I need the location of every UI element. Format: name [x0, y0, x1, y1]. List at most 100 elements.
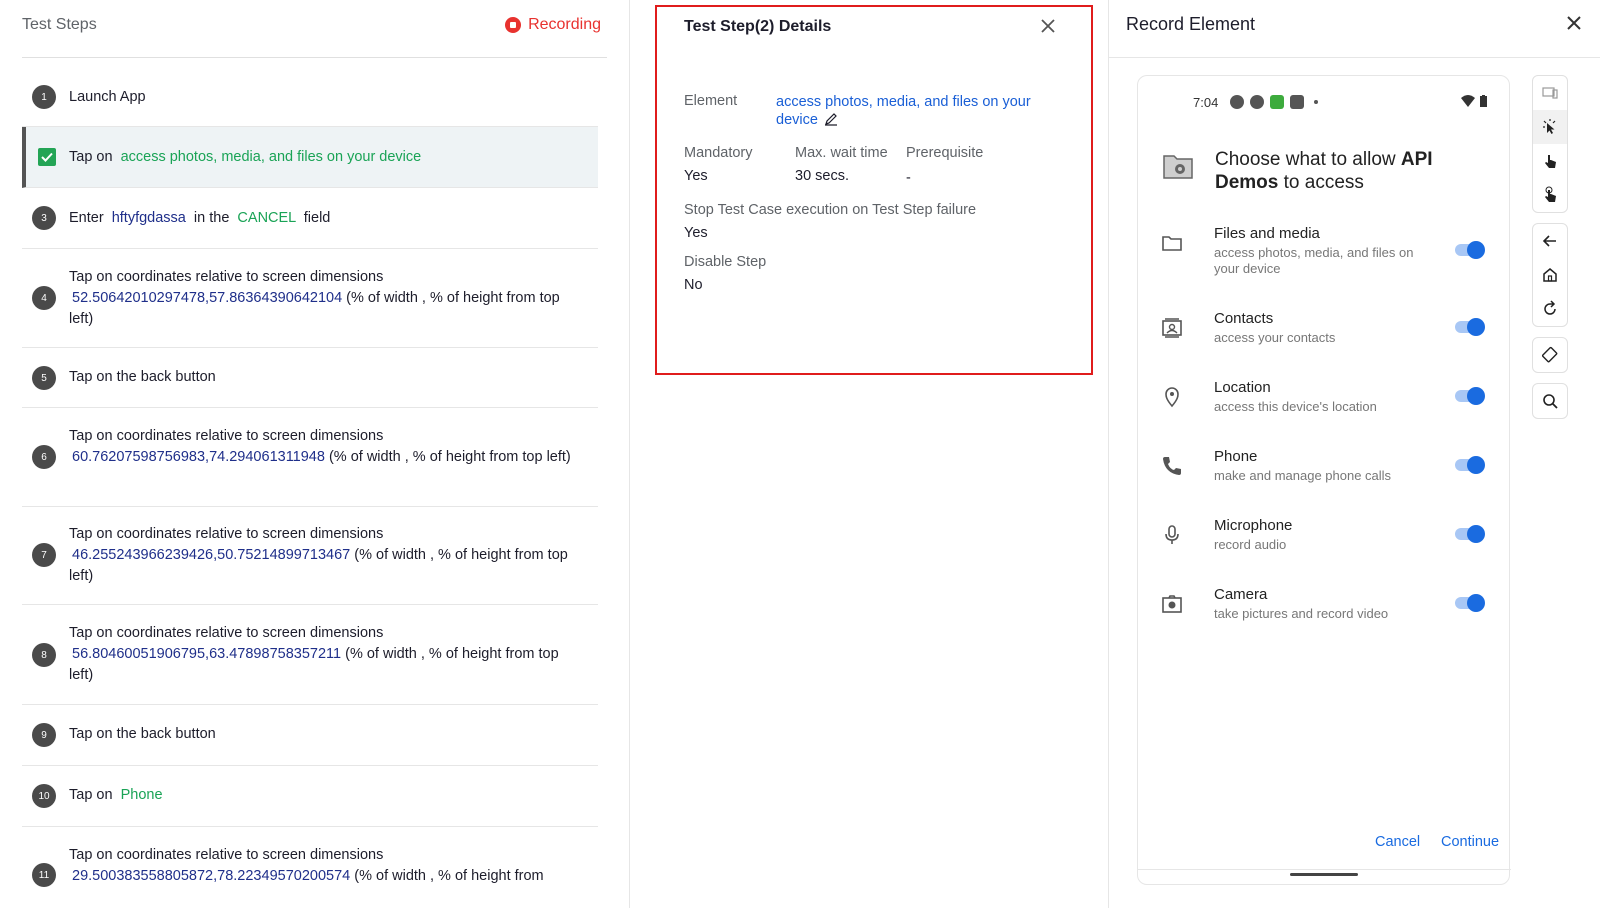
- wifi-icon: [1461, 95, 1475, 107]
- test-step-6[interactable]: 6 Tap on coordinates relative to screen …: [22, 408, 598, 507]
- inspect-pointer-icon[interactable]: [1533, 110, 1567, 144]
- device-select-icon[interactable]: [1533, 76, 1567, 110]
- step-prefix: Tap on: [69, 149, 113, 165]
- step-details-panel: Test Step(2) Details Element access phot…: [655, 5, 1093, 375]
- element-label: Element: [684, 93, 738, 109]
- step-number: 9: [32, 723, 56, 747]
- checkbox-icon[interactable]: [38, 148, 56, 166]
- step-number: 7: [32, 543, 56, 567]
- back-arrow-icon[interactable]: [1533, 224, 1567, 258]
- step-line: Tap on coordinates relative to screen di…: [69, 847, 384, 863]
- rotate-icon[interactable]: [1533, 338, 1567, 372]
- step-line: Tap on coordinates relative to screen di…: [69, 269, 384, 285]
- more-dot-icon: [1314, 100, 1318, 104]
- step-text: Tap on the back button: [69, 726, 216, 742]
- device-toolbar: [1532, 75, 1568, 429]
- test-steps-panel: Test Steps Recording 1 Launch App Tap on…: [0, 0, 630, 908]
- step-number: 5: [32, 366, 56, 390]
- step-text: Tap on coordinates relative to screen di…: [69, 524, 580, 587]
- step-tail: (% of width , % of height from: [354, 868, 544, 884]
- step-number: 3: [32, 206, 56, 230]
- step-element: access photos, media, and files on your …: [120, 149, 422, 165]
- mandatory-label: Mandatory: [684, 145, 753, 161]
- test-step-3[interactable]: 3 Enter hftyfgdassa in the CANCEL field: [22, 188, 598, 249]
- dialog-title-part: to access: [1278, 172, 1364, 193]
- test-step-10[interactable]: 10 Tap on Phone: [22, 766, 598, 827]
- permission-name: Microphone: [1214, 517, 1293, 534]
- permission-toggle[interactable]: [1455, 318, 1485, 336]
- stop-value: Yes: [684, 225, 708, 241]
- permission-toggle[interactable]: [1455, 594, 1485, 612]
- recording-label: Recording: [528, 16, 601, 33]
- step-number: 11: [32, 863, 56, 887]
- permission-toggle[interactable]: [1455, 456, 1485, 474]
- step-tail: (% of width , % of height from top left): [328, 449, 571, 465]
- home-icon[interactable]: [1533, 258, 1567, 292]
- step-text: Tap on coordinates relative to screen di…: [69, 267, 580, 330]
- close-icon[interactable]: [1565, 14, 1583, 32]
- test-step-8[interactable]: 8 Tap on coordinates relative to screen …: [22, 605, 598, 705]
- permission-camera[interactable]: Camera take pictures and record video: [1138, 586, 1511, 646]
- gesture-nav-bar[interactable]: [1290, 873, 1358, 876]
- record-element-panel: Record Element 7:04 Choose what to allow…: [1108, 0, 1600, 908]
- step-field: CANCEL: [237, 210, 296, 226]
- permission-toggle[interactable]: [1455, 525, 1485, 543]
- test-steps-header: Test Steps Recording: [22, 14, 607, 58]
- step-prefix: Enter: [69, 210, 104, 226]
- step-text: Tap on coordinates relative to screen di…: [69, 623, 580, 686]
- navigation-group: [1532, 223, 1568, 327]
- permission-contacts[interactable]: Contacts access your contacts: [1138, 310, 1511, 370]
- step-line: Tap on coordinates relative to screen di…: [69, 428, 384, 444]
- element-value-line1: access photos, media, and files on your: [776, 94, 1031, 110]
- recording-indicator[interactable]: Recording: [505, 16, 601, 34]
- tap-gesture-icon[interactable]: [1533, 144, 1567, 178]
- folder-icon: [1160, 231, 1184, 255]
- permission-files-media[interactable]: Files and media access photos, media, an…: [1138, 225, 1511, 285]
- step-number: 8: [32, 643, 56, 667]
- test-step-1[interactable]: 1 Launch App: [22, 68, 598, 127]
- cancel-button[interactable]: Cancel: [1375, 834, 1420, 850]
- step-suffix: field: [303, 210, 331, 226]
- test-step-9[interactable]: 9 Tap on the back button: [22, 705, 598, 766]
- battery-icon: [1480, 95, 1487, 107]
- continue-button[interactable]: Continue: [1441, 834, 1499, 850]
- wait-label: Max. wait time: [795, 145, 888, 161]
- status-time: 7:04: [1193, 95, 1219, 110]
- test-step-5[interactable]: 5 Tap on the back button: [22, 348, 598, 408]
- test-step-11[interactable]: 11 Tap on coordinates relative to screen…: [22, 827, 598, 908]
- notification-icon: [1230, 95, 1244, 109]
- rotate-group: [1532, 337, 1568, 373]
- device-screen[interactable]: 7:04 Choose what to allow API Demos to a…: [1137, 75, 1511, 885]
- details-title: Test Step(2) Details: [684, 18, 832, 35]
- panel-title: Test Steps: [22, 16, 97, 33]
- step-line: Tap on coordinates relative to screen di…: [69, 526, 384, 542]
- permission-microphone[interactable]: Microphone record audio: [1138, 517, 1511, 577]
- step-prefix: Tap on: [69, 787, 113, 803]
- element-value[interactable]: access photos, media, and files on your …: [776, 93, 1066, 131]
- camera-icon: [1160, 592, 1184, 616]
- permission-toggle[interactable]: [1455, 241, 1485, 259]
- test-step-4[interactable]: 4 Tap on coordinates relative to screen …: [22, 249, 598, 348]
- close-icon[interactable]: [1039, 17, 1057, 35]
- step-coords: 56.80460051906795,63.47898758357211: [72, 646, 342, 662]
- test-step-7[interactable]: 7 Tap on coordinates relative to screen …: [22, 507, 598, 605]
- permission-dialog-title: Choose what to allow API Demos to access: [1215, 148, 1465, 194]
- search-group: [1532, 383, 1568, 419]
- permission-toggle[interactable]: [1455, 387, 1485, 405]
- android-icon: [1290, 95, 1304, 109]
- test-step-2[interactable]: Tap on access photos, media, and files o…: [22, 127, 598, 188]
- swipe-gesture-icon[interactable]: [1533, 178, 1567, 212]
- mandatory-value: Yes: [684, 168, 708, 184]
- step-coords: 46.255243966239426,50.75214899713467: [72, 547, 351, 563]
- microphone-icon: [1160, 523, 1184, 547]
- permission-phone[interactable]: Phone make and manage phone calls: [1138, 448, 1511, 508]
- refresh-icon[interactable]: [1533, 292, 1567, 326]
- nav-divider: [1138, 869, 1511, 870]
- search-icon[interactable]: [1533, 384, 1567, 418]
- permission-location[interactable]: Location access this device's location: [1138, 379, 1511, 439]
- android-icon: [1270, 95, 1284, 109]
- folder-settings-icon: [1163, 152, 1193, 180]
- step-text: Tap on Phone: [69, 785, 580, 806]
- dialog-title-part: Choose what to allow: [1215, 149, 1401, 170]
- edit-icon[interactable]: [824, 112, 838, 131]
